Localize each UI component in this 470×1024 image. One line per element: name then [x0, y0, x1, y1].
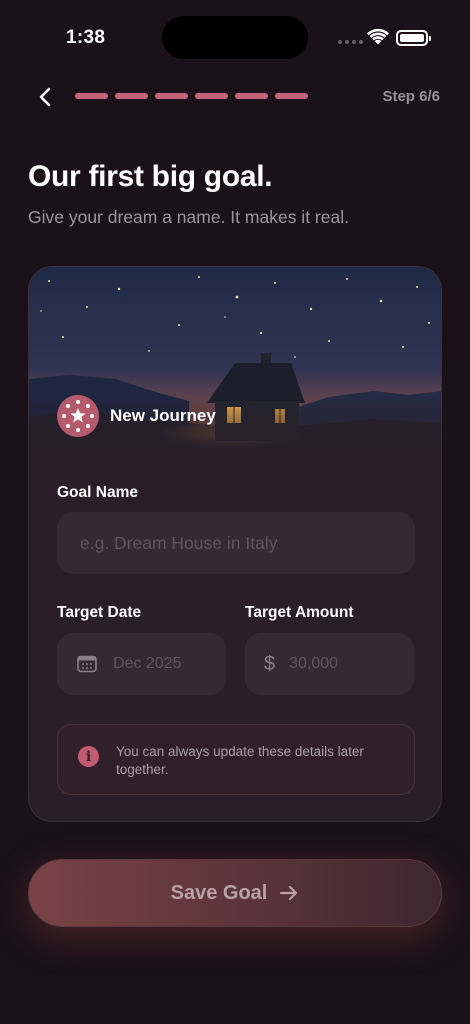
target-amount-label: Target Amount — [245, 604, 354, 621]
dynamic-island — [162, 16, 308, 59]
step-indicator: Step 6/6 — [382, 88, 440, 105]
goal-name-placeholder: e.g. Dream House in Italy — [80, 532, 278, 553]
status-bar: 1:38 — [0, 0, 470, 76]
target-amount-placeholder: 30,000 — [289, 655, 339, 672]
info-note-text: You can always update these details late… — [116, 744, 364, 777]
journey-badge: New Journey — [57, 395, 216, 437]
progress-segment — [75, 93, 108, 99]
dollar-icon: $ — [264, 652, 276, 675]
status-time: 1:38 — [66, 27, 106, 48]
arrow-right-icon — [280, 885, 298, 901]
info-icon: i — [78, 746, 99, 767]
chevron-left-icon — [39, 87, 51, 107]
target-date-label: Target Date — [57, 604, 142, 621]
save-goal-button[interactable]: Save Goal — [28, 859, 442, 927]
target-amount-input[interactable]: $ 30,000 — [245, 633, 414, 695]
goal-setup-screen: 1:38 Step 6/6 Our first big goal. Give y… — [0, 0, 470, 1024]
info-note: i You can always update these details la… — [57, 724, 415, 795]
progress-segment — [195, 93, 228, 99]
progress-segment — [275, 93, 308, 99]
cellular-signal-icon — [338, 40, 363, 44]
back-button[interactable] — [32, 84, 58, 110]
step-progress-bar — [75, 93, 308, 99]
progress-segment — [115, 93, 148, 99]
page-subtitle: Give your dream a name. It makes it real… — [28, 207, 349, 227]
wifi-icon — [367, 28, 389, 50]
calendar-icon — [77, 655, 97, 673]
target-date-input[interactable]: Dec 2025 — [57, 633, 226, 695]
progress-segment — [155, 93, 188, 99]
goal-name-label: Goal Name — [57, 484, 138, 501]
goal-card: New Journey Goal Name e.g. Dream House i… — [28, 266, 442, 822]
journey-label: New Journey — [110, 406, 216, 425]
page-title: Our first big goal. — [28, 160, 273, 193]
target-date-placeholder: Dec 2025 — [113, 655, 182, 672]
progress-segment — [235, 93, 268, 99]
star-wreath-icon — [57, 395, 99, 437]
battery-icon — [396, 30, 431, 46]
save-goal-label: Save Goal — [170, 881, 268, 904]
goal-name-input[interactable]: e.g. Dream House in Italy — [57, 512, 415, 574]
